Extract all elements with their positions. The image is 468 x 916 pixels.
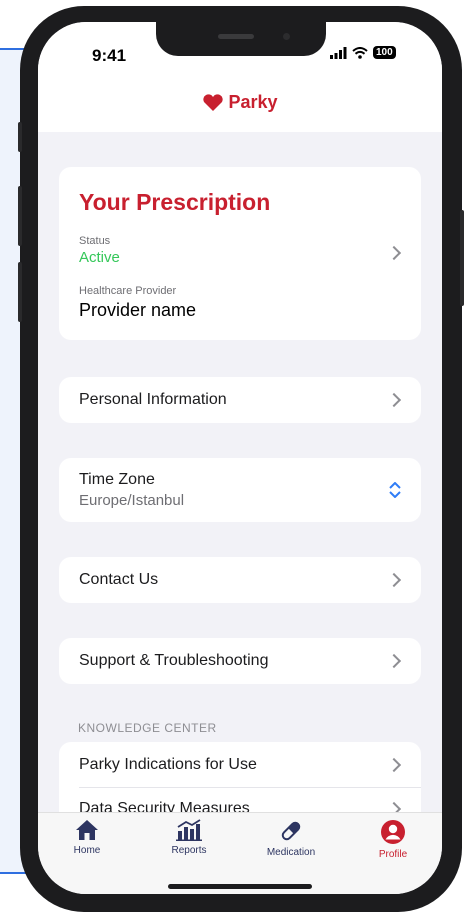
reports-icon (176, 819, 202, 841)
chevron-right-icon (386, 757, 402, 773)
volume-up-button (18, 186, 22, 246)
time-zone-label: Time Zone (79, 471, 155, 488)
time-zone-picker[interactable]: Time Zone Europe/Istanbul (59, 458, 421, 522)
tab-reports[interactable]: Reports (144, 819, 234, 856)
support-label: Support & Troubleshooting (79, 652, 269, 669)
home-indicator (168, 884, 312, 889)
prescription-card: Your Prescription Status Active Healthca… (59, 167, 421, 340)
time-zone-value: Europe/Istanbul (79, 492, 185, 509)
home-icon (76, 820, 98, 840)
profile-icon (381, 820, 405, 844)
chevron-right-icon (386, 653, 402, 669)
contact-us-label: Contact Us (79, 571, 159, 588)
logo-text: Parky (228, 92, 278, 112)
parky-logo: Parky (38, 92, 442, 113)
chevron-right-icon (386, 572, 402, 588)
tab-label: Medication (266, 847, 316, 858)
chevron-right-icon (386, 392, 402, 408)
app-header: 9:41 100 Parky (38, 22, 442, 132)
support-row[interactable]: Support & Troubleshooting (59, 638, 421, 684)
tab-label: Reports (171, 845, 207, 856)
status-time: 9:41 (92, 46, 127, 65)
status-row[interactable] (59, 227, 421, 273)
heart-icon (203, 93, 224, 111)
personal-information-label: Personal Information (79, 391, 227, 408)
provider-label: Healthcare Provider (79, 285, 177, 297)
knowledge-item-label: Parky Indications for Use (79, 756, 257, 773)
knowledge-item-indications[interactable]: Parky Indications for Use (59, 742, 421, 787)
personal-information-row[interactable]: Personal Information (59, 377, 421, 423)
battery-icon: 100 (373, 46, 396, 59)
tab-home[interactable]: Home (42, 819, 132, 856)
power-button (460, 210, 464, 306)
signal-icon (330, 46, 347, 59)
tab-profile[interactable]: Profile (348, 819, 438, 860)
tab-label: Profile (378, 849, 408, 860)
medication-icon (281, 821, 301, 841)
volume-down-button (18, 262, 22, 322)
tab-label: Home (73, 845, 101, 856)
chevron-up-down-icon (389, 482, 401, 498)
prescription-title: Your Prescription (79, 189, 271, 215)
speaker-grille (218, 34, 254, 39)
wifi-icon (352, 46, 368, 59)
contact-us-row[interactable]: Contact Us (59, 557, 421, 603)
knowledge-center-header: KNOWLEDGE CENTER (78, 721, 217, 735)
provider-value: Provider name (79, 300, 197, 320)
app-screen: 9:41 100 Parky Your Prescription Status … (38, 22, 442, 894)
chevron-right-icon (386, 245, 402, 261)
mute-switch (18, 122, 22, 152)
notch (156, 22, 326, 56)
status-icons: 100 (330, 46, 396, 59)
front-camera (283, 33, 290, 40)
tab-bar: Home Reports Medication Profile (38, 812, 442, 894)
tab-medication[interactable]: Medication (246, 819, 336, 858)
